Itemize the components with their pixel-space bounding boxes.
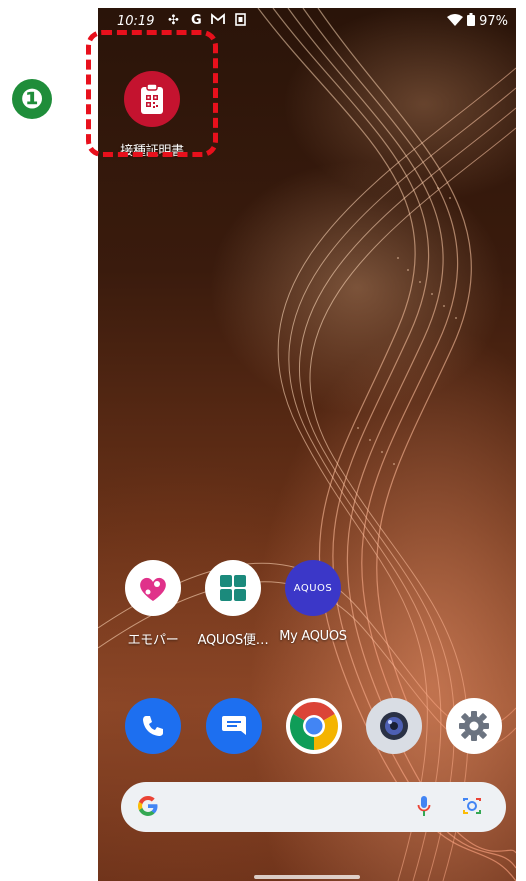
aquos-icon-text: AQUOS: [293, 582, 333, 594]
message-icon[interactable]: [206, 698, 262, 754]
google-icon: G: [191, 13, 202, 28]
status-time: 10:19: [117, 14, 155, 29]
gear-icon[interactable]: [446, 698, 502, 754]
battery-icon: [467, 13, 476, 30]
highlight-box: [86, 30, 218, 157]
app-aquos-benri[interactable]: AQUOS便…: [192, 560, 274, 648]
aquos-icon: AQUOS: [285, 560, 341, 616]
gmail-icon: [211, 13, 225, 29]
camera-icon[interactable]: [366, 698, 422, 754]
gesture-nav-handle[interactable]: [254, 875, 360, 879]
step-number-badge: ❶: [12, 79, 52, 119]
chrome-icon[interactable]: [286, 698, 342, 754]
app-label: AQUOS便…: [197, 633, 269, 648]
mic-icon[interactable]: [417, 795, 431, 821]
status-right: 97%: [447, 13, 508, 30]
google-g-icon: [137, 795, 159, 821]
heart-icon: [125, 560, 181, 616]
lens-icon[interactable]: [461, 796, 483, 820]
battery-percent: 97%: [479, 14, 508, 29]
app-emopa[interactable]: エモパー: [112, 560, 194, 648]
app-my-aquos[interactable]: AQUOS My AQUOS: [272, 560, 354, 644]
wifi-icon: [447, 13, 464, 30]
google-search-bar[interactable]: [121, 782, 506, 832]
grid-icon: [205, 560, 261, 616]
phone-icon[interactable]: [125, 698, 181, 754]
app-label: エモパー: [127, 633, 179, 648]
app-label: My AQUOS: [279, 629, 347, 644]
fan-notification-icon: ✣: [168, 13, 179, 28]
sim-card-icon: [235, 13, 246, 30]
